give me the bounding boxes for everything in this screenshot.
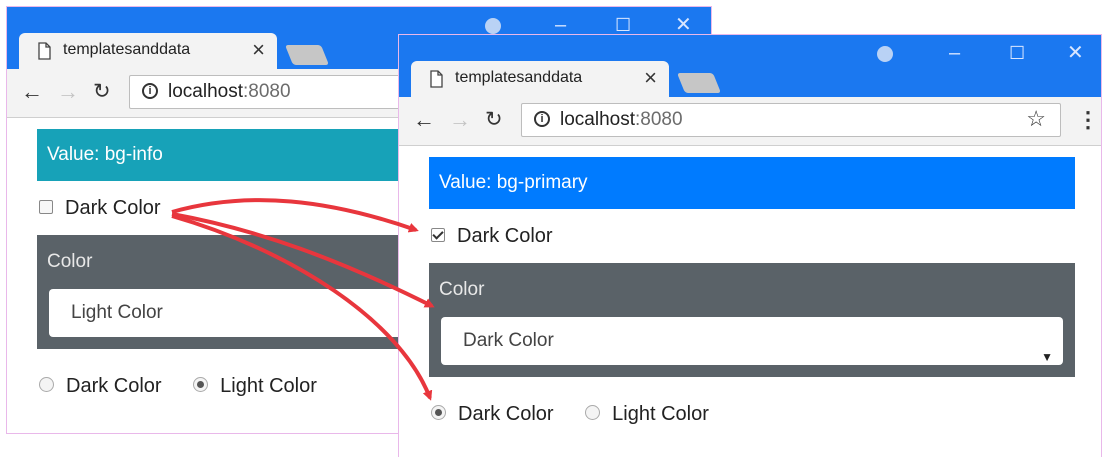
radio-dark[interactable] <box>431 405 446 421</box>
minimize-icon[interactable]: – <box>555 15 566 35</box>
close-icon[interactable]: ✕ <box>675 15 692 35</box>
browser-tab[interactable]: templatesanddata × <box>19 33 277 69</box>
maximize-icon[interactable]: ☐ <box>1009 43 1025 63</box>
color-panel: Color Light Color <box>37 235 457 349</box>
color-select[interactable]: Dark Color ▼ <box>441 317 1063 365</box>
title-bar: templatesanddata × – ☐ ✕ <box>399 35 1101 97</box>
panel-label: Color <box>47 251 93 272</box>
chevron-down-icon[interactable]: ▼ <box>1041 333 1053 381</box>
color-panel: Color Dark Color ▼ <box>429 263 1075 377</box>
radio-light[interactable] <box>193 377 209 393</box>
dark-color-checkbox[interactable] <box>39 199 53 214</box>
info-icon[interactable]: i <box>534 111 550 127</box>
reload-icon[interactable]: ↻ <box>93 79 111 104</box>
url-text: localhost:8080 <box>560 109 683 130</box>
new-tab-button[interactable] <box>676 73 722 93</box>
profile-icon[interactable] <box>877 46 893 62</box>
checkbox-label: Dark Color <box>457 225 553 247</box>
browser-tab[interactable]: templatesanddata × <box>411 61 669 97</box>
dark-color-checkbox-row[interactable]: Dark Color <box>431 225 553 248</box>
select-value: Light Color <box>71 302 163 323</box>
tab-title: templatesanddata <box>63 41 191 58</box>
back-arrow-icon[interactable]: ← <box>413 107 435 133</box>
browser-toolbar: ← → ↻ i localhost:8080 ☆ ⋮ <box>399 97 1101 146</box>
page-icon <box>430 70 443 88</box>
forward-arrow-icon[interactable]: → <box>449 107 471 133</box>
close-icon[interactable]: × <box>644 65 657 91</box>
tab-title: templatesanddata <box>455 69 583 86</box>
browser-window-2: templatesanddata × – ☐ ✕ ← → ↻ i localho… <box>398 34 1102 457</box>
new-tab-button[interactable] <box>284 45 330 65</box>
star-icon[interactable]: ☆ <box>1026 106 1046 132</box>
panel-label: Color <box>439 279 485 300</box>
radio-light[interactable] <box>585 405 601 421</box>
page-icon <box>38 42 51 60</box>
radio-label-light: Light Color <box>220 375 317 397</box>
forward-arrow-icon[interactable]: → <box>57 79 79 105</box>
close-icon[interactable]: × <box>252 37 265 63</box>
dark-color-checkbox-row[interactable]: Dark Color <box>39 197 161 220</box>
radio-label-light: Light Color <box>612 403 709 425</box>
back-arrow-icon[interactable]: ← <box>21 79 43 105</box>
radio-group: Dark Color Light Color <box>431 403 709 426</box>
url-text: localhost:8080 <box>168 81 291 102</box>
value-display: Value: bg-info <box>37 129 457 181</box>
radio-group: Dark Color Light Color <box>39 375 317 398</box>
color-select[interactable]: Light Color <box>49 289 449 337</box>
address-bar[interactable]: i localhost:8080 ☆ <box>521 103 1061 137</box>
dark-color-checkbox[interactable] <box>431 227 445 242</box>
reload-icon[interactable]: ↻ <box>485 107 503 132</box>
radio-dark[interactable] <box>39 377 54 393</box>
radio-label-dark: Dark Color <box>66 375 162 397</box>
close-icon[interactable]: ✕ <box>1067 43 1084 63</box>
minimize-icon[interactable]: – <box>949 43 960 63</box>
maximize-icon[interactable]: ☐ <box>615 15 631 35</box>
radio-label-dark: Dark Color <box>458 403 554 425</box>
menu-icon[interactable]: ⋮ <box>1077 107 1099 133</box>
checkbox-label: Dark Color <box>65 197 161 219</box>
profile-icon[interactable] <box>485 18 501 34</box>
select-value: Dark Color <box>463 330 554 351</box>
value-display: Value: bg-primary <box>429 157 1075 209</box>
info-icon[interactable]: i <box>142 83 158 99</box>
